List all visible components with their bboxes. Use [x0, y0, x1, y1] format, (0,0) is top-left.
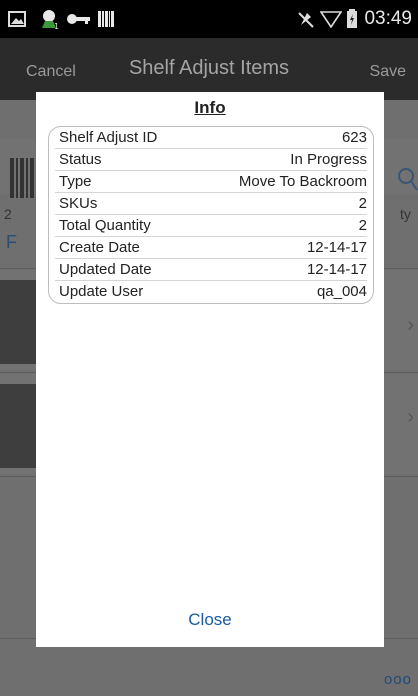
item-count: 2 — [4, 206, 12, 222]
battery-icon — [346, 0, 358, 38]
chevron-right-icon: › — [407, 406, 414, 428]
svg-text:1: 1 — [54, 22, 59, 30]
item-image — [0, 384, 38, 468]
info-value: 2 — [358, 217, 367, 234]
info-row-total-quantity: Total Quantity 2 — [55, 215, 367, 237]
info-value: 12-14-17 — [306, 239, 367, 256]
info-row-status: Status In Progress — [55, 149, 367, 171]
filter-link-fragment: F — [6, 232, 17, 252]
info-label: Create Date — [59, 239, 140, 256]
dialog-title: Info — [194, 98, 226, 117]
info-value: 12-14-17 — [306, 261, 367, 278]
info-row-skus: SKUs 2 — [55, 193, 367, 215]
barcode-scan-icon — [10, 158, 36, 203]
info-label: Updated Date — [59, 261, 152, 278]
info-value: 623 — [341, 129, 367, 146]
status-time: 03:49 — [364, 8, 412, 29]
item-image — [0, 280, 38, 364]
info-label: Type — [59, 173, 92, 190]
info-list: Shelf Adjust ID 623 Status In Progress T… — [48, 126, 374, 304]
chevron-right-icon: › — [407, 314, 414, 336]
status-bar: 1 03:49 — [0, 0, 418, 38]
title-bar: Cancel Shelf Adjust Items Save — [0, 38, 418, 100]
info-label: Shelf Adjust ID — [59, 129, 158, 146]
info-label: SKUs — [59, 195, 98, 212]
info-row-shelf-adjust-id: Shelf Adjust ID 623 — [55, 127, 367, 149]
info-label: Total Quantity — [59, 217, 151, 234]
close-button[interactable]: Close — [36, 610, 384, 630]
info-label: Status — [59, 151, 102, 168]
image-icon — [8, 0, 26, 38]
wifi-icon — [320, 0, 342, 38]
key-icon — [66, 0, 92, 38]
barcode-icon — [98, 0, 114, 38]
info-value: Move To Backroom — [238, 173, 367, 190]
search-icon — [396, 166, 418, 197]
mute-icon — [296, 0, 316, 38]
info-row-updated-date: Updated Date 12-14-17 — [55, 259, 367, 281]
info-value: In Progress — [290, 151, 367, 168]
more-options-button[interactable]: ooo — [384, 671, 412, 688]
page-title: Shelf Adjust Items — [128, 57, 290, 79]
quantity-label-fragment: ty — [400, 206, 411, 222]
info-row-update-user: Update User qa_004 — [55, 281, 367, 303]
info-dialog: Info Shelf Adjust ID 623 Status In Progr… — [36, 92, 384, 647]
info-row-type: Type Move To Backroom — [55, 171, 367, 193]
info-value: 2 — [358, 195, 367, 212]
info-label: Update User — [59, 283, 144, 300]
info-row-create-date: Create Date 12-14-17 — [55, 237, 367, 259]
notification-icon: 1 — [38, 0, 62, 38]
info-value: qa_004 — [316, 283, 367, 300]
